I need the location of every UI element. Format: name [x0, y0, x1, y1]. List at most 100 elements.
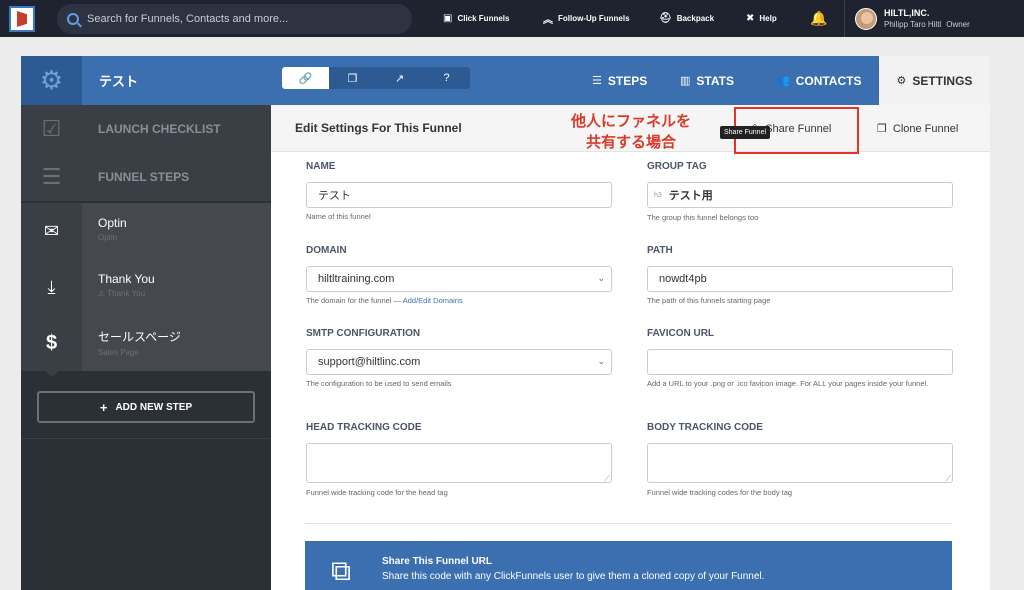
annotation-text: 他人にファネルを 共有する場合	[566, 111, 696, 153]
external-link-icon: ⧉	[331, 555, 351, 586]
search-box[interactable]	[57, 4, 412, 34]
nav-label: Backpack	[676, 14, 715, 23]
smtp-label: SMTP CONFIGURATION	[306, 328, 421, 339]
path-value: nowdt4pb	[659, 273, 707, 285]
step-type: ⚠ Thank You	[98, 289, 271, 298]
link-icon[interactable]: 🔗	[282, 67, 329, 89]
chevron-down-icon: ⌄	[597, 273, 605, 283]
step-type: Optin	[98, 233, 118, 242]
clone-funnel-button[interactable]: ❐ Clone Funnel	[877, 105, 958, 152]
search-input[interactable]	[87, 13, 387, 25]
step-sales-page[interactable]: $ セールスページ Sales Page	[21, 315, 271, 377]
step-type: Sales Page	[98, 348, 139, 357]
user-info: Philipp Taro Hiltl Owner	[884, 19, 970, 30]
domain-select[interactable]: hiltltraining.com ⌄	[306, 266, 612, 292]
annotation-line: 共有する場合	[585, 134, 676, 151]
copy-icon[interactable]: ❐	[329, 67, 376, 89]
add-edit-domains-link[interactable]: Add/Edit Domains	[403, 296, 463, 305]
add-step-label: ADD NEW STEP	[115, 401, 193, 413]
domain-hint: The domain for the funnel — Add/Edit Dom…	[306, 295, 612, 307]
clone-funnel-label: Clone Funnel	[892, 122, 959, 135]
step-name: セールスページ	[98, 330, 181, 344]
smtp-select[interactable]: support@hiltlinc.com ⌄	[306, 349, 612, 375]
tab-label: CONTACTS	[795, 73, 862, 88]
smtp-value: support@hiltlinc.com	[318, 356, 421, 368]
group-tag-label: GROUP TAG	[647, 161, 707, 172]
divider	[305, 523, 952, 524]
bell-icon[interactable]: 🔔	[810, 10, 827, 27]
tab-steps[interactable]: ☰ STEPS	[592, 56, 647, 105]
funnel-gear-icon[interactable]: ⚙	[21, 56, 82, 105]
favicon-input[interactable]	[647, 349, 953, 375]
copy-icon: ❐	[877, 123, 887, 135]
funnel-icon: ▣	[443, 13, 453, 24]
tab-label: STATS	[696, 73, 734, 88]
share-funnel-tooltip: Share Funnel	[720, 126, 771, 139]
gear-icon: ⚙	[896, 75, 907, 87]
group-tag-input[interactable]: h3 テスト用	[647, 182, 953, 208]
step-thank-you[interactable]: ⤓ Thank You ⚠ Thank You	[21, 259, 271, 321]
user-role: Owner	[946, 19, 970, 29]
group-tag-prefix: h3	[654, 191, 662, 199]
domain-value: hiltltraining.com	[318, 273, 395, 285]
user-menu[interactable]: HILTL,INC. Philipp Taro Hiltl Owner	[844, 0, 1024, 37]
tab-label: STEPS	[607, 73, 648, 88]
sidebar-item-launch-checklist[interactable]: ☑ LAUNCH CHECKLIST	[21, 105, 271, 153]
group-tag-value: テスト用	[668, 190, 713, 202]
envelope-icon: ✉	[21, 203, 82, 265]
domain-label: DOMAIN	[306, 245, 347, 256]
tab-settings[interactable]: ⚙ SETTINGS	[879, 56, 990, 105]
share-funnel-url-box[interactable]: ⧉ Share This Funnel URL Share this code …	[305, 541, 952, 590]
head-tracking-textarea[interactable]	[306, 443, 612, 484]
users-icon: 👥	[776, 75, 790, 87]
head-tracking-hint: Funnel wide tracking code for the head t…	[306, 488, 448, 497]
nav-label: Follow-Up Funnels	[558, 14, 630, 23]
top-bar: ▣ Click Funnels ︽ Follow-Up Funnels ⛑ Ba…	[0, 0, 1024, 37]
dollar-icon: $	[21, 315, 82, 377]
nav-label: Click Funnels	[457, 14, 510, 23]
share-box-title: Share This Funnel URL	[382, 556, 493, 567]
backpack-icon: ⛑	[659, 13, 672, 24]
chevrons-up-icon: ︽	[543, 15, 553, 26]
company-name: HILTL,INC.	[884, 7, 930, 18]
head-tracking-label: HEAD TRACKING CODE	[306, 422, 422, 433]
help-icon[interactable]: ?	[423, 67, 470, 89]
nav-follow-up-funnels[interactable]: ︽ Follow-Up Funnels	[543, 0, 630, 37]
body-tracking-textarea[interactable]	[647, 443, 953, 484]
favicon-hint: Add a URL to your .png or .ico favicon i…	[647, 379, 929, 388]
sidebar-item-label: LAUNCH CHECKLIST	[98, 122, 221, 136]
smtp-hint: The configuration to be used to send ema…	[306, 379, 452, 388]
tab-contacts[interactable]: 👥 CONTACTS	[776, 56, 861, 105]
nav-click-funnels[interactable]: ▣ Click Funnels	[443, 0, 509, 37]
name-label: NAME	[306, 161, 336, 172]
settings-title: Edit Settings For This Funnel	[295, 121, 462, 135]
search-icon	[67, 13, 79, 25]
path-label: PATH	[647, 245, 673, 256]
step-name: Optin	[98, 216, 127, 230]
chevron-down-icon: ⌄	[597, 356, 605, 366]
nav-help[interactable]: ✖ Help	[746, 0, 777, 37]
help-icon: ✖	[746, 13, 755, 24]
avatar	[855, 7, 877, 30]
checkbox-icon: ☑	[41, 116, 62, 141]
sidebar-item-label: FUNNEL STEPS	[98, 170, 190, 184]
favicon-label: FAVICON URL	[647, 328, 715, 339]
step-optin[interactable]: ✉ Optin Optin	[21, 203, 271, 265]
annotation-line: 他人にファネルを	[570, 113, 691, 130]
sidebar-item-funnel-steps[interactable]: ☰ FUNNEL STEPS	[21, 153, 271, 201]
body-tracking-label: BODY TRACKING CODE	[647, 422, 763, 433]
external-link-icon[interactable]: ↗	[376, 67, 423, 89]
funnel-toolbar: 🔗 ❐ ↗ ?	[282, 67, 470, 89]
clickfunnels-logo[interactable]	[9, 6, 35, 32]
tab-stats[interactable]: ▥ STATS	[680, 56, 734, 105]
hamburger-icon: ☰	[41, 164, 62, 189]
tab-label: SETTINGS	[912, 73, 973, 88]
funnel-header: ⚙ テスト 🔗 ❐ ↗ ? ☰ STEPS ▥ STATS 👥 CONTACTS ⚙ S…	[21, 56, 990, 105]
name-input[interactable]: テスト	[306, 182, 612, 208]
nav-backpack[interactable]: ⛑ Backpack	[659, 0, 714, 37]
add-new-step-button[interactable]: + ADD NEW STEP	[37, 391, 255, 423]
step-type-label: Thank You	[107, 289, 146, 298]
path-input[interactable]: nowdt4pb	[647, 266, 953, 292]
path-hint: The path of this funnels starting page	[647, 296, 771, 305]
share-box-text: Share this code with any ClickFunnels us…	[382, 571, 765, 582]
